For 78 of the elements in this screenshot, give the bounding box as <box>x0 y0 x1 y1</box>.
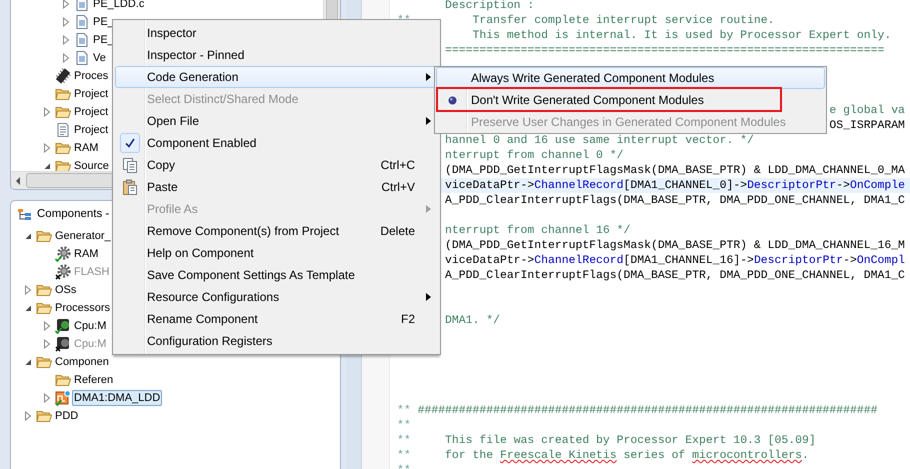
file-icon <box>74 50 90 66</box>
code-line: A_PDD_ClearInterruptFlags(DMA_BASE_PTR, DMA_PDD_ONE_CHANNEL, DMA1_C <box>445 269 905 282</box>
code-line: ** This file was created by Processor Expert 10.3 [05.09] <box>397 434 816 447</box>
code-line: nterrupt from channel 16 */ <box>445 224 630 237</box>
menu-item[interactable]: Inspector - Pinned <box>115 44 438 66</box>
tree-item[interactable]: Project <box>72 104 110 120</box>
code-line: ** <box>397 419 411 432</box>
cpu-icon <box>55 336 71 352</box>
tree-item[interactable]: Source <box>72 158 111 171</box>
menu-item[interactable]: Copy Ctrl+C <box>115 154 438 176</box>
code-line: (DMA_PDD_GetInterruptFlagsMask(DMA_BASE_PTR) & LDD_DMA_CHANNEL_0_MA <box>445 164 905 177</box>
tree-view-icon <box>17 207 33 221</box>
expander-icon[interactable] <box>24 232 32 240</box>
menu-item[interactable]: Configuration Registers <box>115 330 438 352</box>
code-line: hannel 0 and 16 use same interrupt vector. */ <box>445 134 754 147</box>
tree-item[interactable]: RAM <box>72 140 100 156</box>
tree-item[interactable]: Proces <box>72 68 110 84</box>
tree-item[interactable]: PDD <box>53 408 80 424</box>
file-icon <box>74 14 90 30</box>
gear-icon <box>55 264 71 280</box>
document-icon <box>55 122 71 138</box>
tree-item[interactable]: Ve <box>91 50 108 66</box>
code-line: ================================================================ <box>445 44 884 57</box>
code-line: A_PDD_ClearInterruptFlags(DMA_BASE_PTR, DMA_PDD_ONE_CHANNEL, DMA1_C <box>445 194 905 207</box>
code-line: (DMA_PDD_GetInterruptFlagsMask(DMA_BASE_PTR) & LDD_DMA_CHANNEL_16_M <box>445 239 905 252</box>
code-line: DMA1. */ <box>445 314 500 327</box>
code-line: OS_ISRPARAM <box>829 119 905 132</box>
menu-item[interactable]: Rename Component F2 <box>115 308 438 330</box>
paste-icon <box>122 178 138 196</box>
code-line: e global va <box>829 104 905 117</box>
menu-item[interactable]: Remove Component(s) from Project Delete <box>115 220 438 242</box>
menu-item[interactable]: Don't Write Generated Component Modules <box>436 89 825 111</box>
copy-icon <box>122 156 138 174</box>
folder-icon <box>55 158 71 171</box>
code-line: ** for the Freescale Kinetis series of microcontrollers. <box>397 449 809 462</box>
chip-icon <box>55 68 71 84</box>
menu-item[interactable]: Component Enabled <box>115 132 438 154</box>
menu-item[interactable]: Save Component Settings As Template <box>115 264 438 286</box>
file-icon <box>74 32 90 48</box>
folder-icon <box>55 140 71 156</box>
code-line: Description : <box>445 0 534 12</box>
tree-item[interactable]: PE_ <box>91 14 116 30</box>
expander-icon[interactable] <box>24 304 32 312</box>
expander-icon[interactable] <box>24 358 32 366</box>
gear-icon <box>55 246 71 262</box>
tree-item[interactable]: Generator_ <box>53 228 113 244</box>
folder-icon <box>55 104 71 120</box>
tree-item[interactable]: Referen <box>72 372 116 388</box>
tree-item[interactable]: PE_ <box>91 32 116 48</box>
code-line: ** <box>397 464 411 469</box>
tree-item[interactable]: Project <box>72 122 110 138</box>
tree-item[interactable]: Project <box>72 86 110 102</box>
tree-item[interactable]: DMA1:DMA_LDD <box>72 390 162 406</box>
component-icon <box>55 390 71 406</box>
panel-title[interactable]: Components - <box>37 208 110 220</box>
cpu-icon <box>55 318 71 334</box>
menu-item[interactable]: Help on Component <box>115 242 438 264</box>
tree-item[interactable]: OSs <box>53 282 78 298</box>
menu-item[interactable]: Resource Configurations <box>115 286 438 308</box>
code-line: viceDataPtr->ChannelRecord[DMA1_CHANNEL_16]->DescriptorPtr->OnCompl <box>445 254 905 267</box>
tree-item[interactable]: Processors <box>53 300 112 316</box>
menu-item[interactable]: Always Write Generated Component Modules <box>436 67 825 89</box>
folder-icon <box>36 408 52 424</box>
menu-item[interactable]: Open File <box>115 110 438 132</box>
folder-icon <box>55 86 71 102</box>
code-line: This method is internal. It is used by Processor Expert only. <box>472 29 892 42</box>
code-line: ** ################################################################### <box>397 404 878 417</box>
tree-item[interactable]: Cpu:M <box>72 318 108 334</box>
tree-item[interactable]: Componen <box>53 354 111 370</box>
code-line: viceDataPtr->ChannelRecord[DMA1_CHANNEL_0]->DescriptorPtr->OnComple <box>445 179 905 192</box>
menu-item[interactable]: Paste Ctrl+V <box>115 176 438 198</box>
folder-icon <box>36 300 52 316</box>
folder-icon <box>36 282 52 298</box>
folder-icon <box>55 372 71 388</box>
tree-item[interactable]: RAM <box>72 246 100 262</box>
folder-icon <box>36 228 52 244</box>
folder-icon <box>36 354 52 370</box>
code-line: nterrupt from channel 0 */ <box>445 149 624 162</box>
